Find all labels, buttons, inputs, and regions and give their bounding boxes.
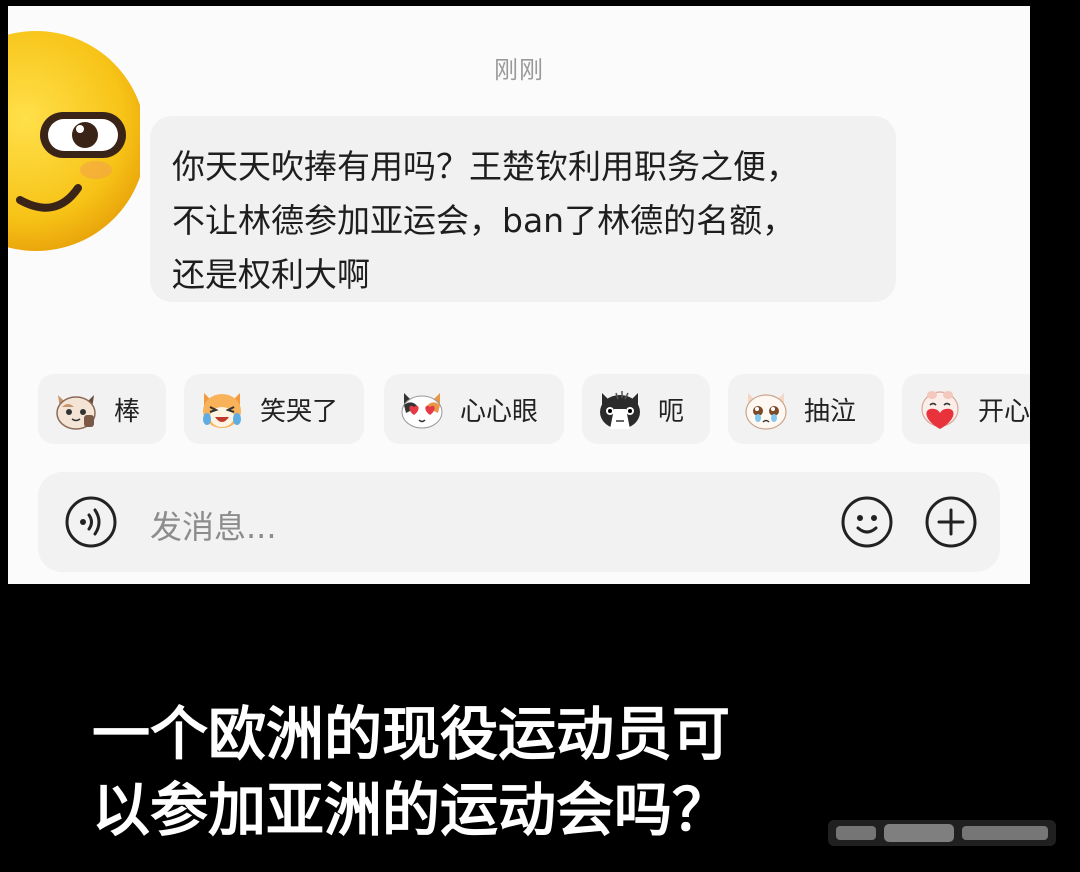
reaction-chip-xinxinyan[interactable]: 心心眼 xyxy=(384,374,564,444)
sobbing-cat-icon xyxy=(745,393,787,430)
message-composer: 发消息... xyxy=(38,472,1000,572)
message-input[interactable]: 发消息... xyxy=(150,502,277,548)
reaction-label: 开心 xyxy=(978,396,1030,427)
emoji-icon[interactable] xyxy=(840,495,894,549)
reaction-label: 棒 xyxy=(114,396,141,427)
message-line: 还是权利大啊 xyxy=(172,255,370,294)
message-line: 你天天吹捧有用吗？王楚钦利用职务之便， xyxy=(172,147,799,186)
reaction-label: 心心眼 xyxy=(460,396,539,427)
message-timestamp: 刚刚 xyxy=(494,56,544,84)
caption-line: 以参加亚洲的运动会吗？ xyxy=(92,776,731,844)
reaction-chip-bang[interactable]: 棒 xyxy=(38,374,166,444)
voice-icon[interactable] xyxy=(64,495,118,549)
blurred-watermark xyxy=(828,820,1056,846)
reaction-label: 呃 xyxy=(658,396,685,427)
reaction-label: 笑哭了 xyxy=(260,396,339,427)
message-bubble[interactable]: 你天天吹捧有用吗？王楚钦利用职务之便， 不让林德参加亚运会，ban了林德的名额，… xyxy=(150,116,896,302)
chat-screen: 刚刚 你天天吹捧有用吗？王楚钦利用职务之便， 不让林德参加亚运会，ban了林德的… xyxy=(8,6,1030,584)
reaction-chip-chouqi[interactable]: 抽泣 xyxy=(728,374,884,444)
caption-line: 一个欧洲的现役运动员可 xyxy=(92,700,731,768)
reaction-label: 抽泣 xyxy=(804,396,857,427)
reaction-chip-kaixin[interactable]: 开心 xyxy=(902,374,1030,444)
video-caption: 一个欧洲的现役运动员可 以参加亚洲的运动会吗？ xyxy=(92,696,730,848)
plus-icon[interactable] xyxy=(924,495,978,549)
cat-thumbs-up-icon xyxy=(56,395,96,430)
reaction-chip-xiaokule[interactable]: 笑哭了 xyxy=(184,374,364,444)
heart-eyes-cat-icon xyxy=(401,393,443,429)
quick-reaction-bar: 棒 笑哭了 心心眼 呃 抽泣 开心 xyxy=(8,370,1030,450)
happy-heart-creature-icon xyxy=(921,391,959,429)
message-line: 不让林德参加亚运会，ban了林德的名额， xyxy=(172,201,796,240)
reaction-chip-e[interactable]: 呃 xyxy=(582,374,710,444)
speechless-black-cat-icon xyxy=(600,391,640,429)
crying-laughing-dog-icon xyxy=(203,393,241,428)
